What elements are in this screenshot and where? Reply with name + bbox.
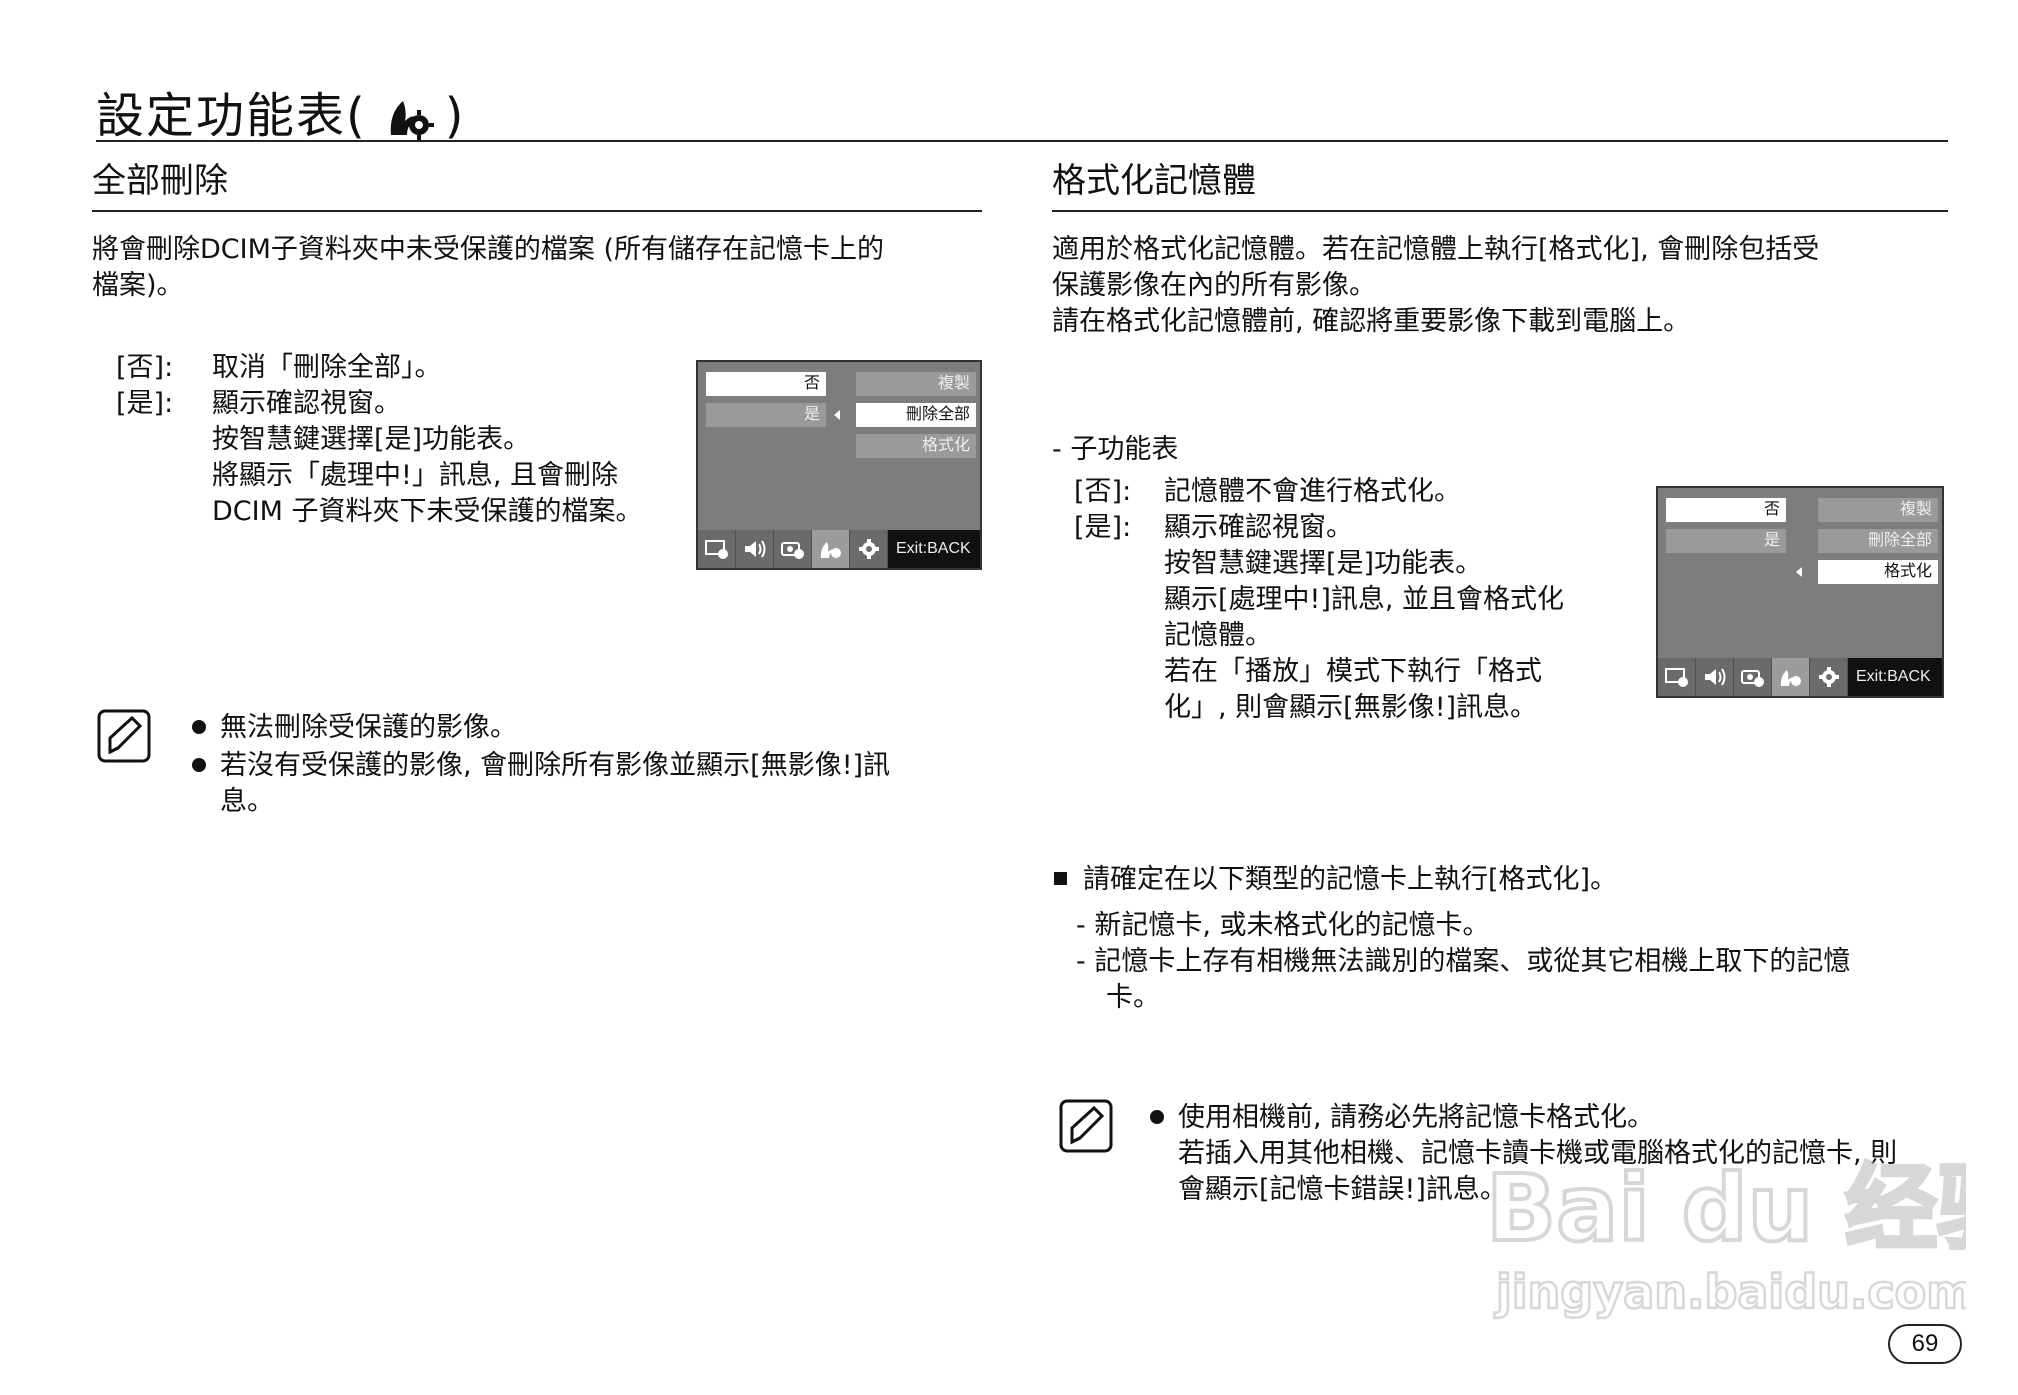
left-notes: 無法刪除受保護的影像。 若沒有受保護的影像, 會刪除所有影像並顯示[無影像!]訊…	[192, 710, 992, 820]
menu-item-format: 格式化	[1818, 560, 1938, 584]
selection-arrow-icon	[1796, 567, 1802, 577]
note-text: 使用相機前, 請務必先將記憶卡格式化。	[1178, 1102, 1655, 1133]
selection-arrow-icon	[834, 410, 840, 420]
left-intro: 將會刪除DCIM子資料夾中未受保護的檔案 (所有儲存在記憶卡上的 檔案)。	[92, 232, 992, 304]
menu-item-delete-all: 刪除全部	[856, 403, 976, 427]
menu-item-copy: 複製	[1818, 498, 1938, 522]
option-key: [是]:	[116, 388, 174, 419]
square-bullet-item: 請確定在以下類型的記憶卡上執行[格式化]。	[1054, 862, 1954, 898]
square-bullet-text: 請確定在以下類型的記憶卡上執行[格式化]。	[1083, 864, 1618, 895]
camera-settings-tab-icon	[774, 530, 812, 568]
right-section-heading: 格式化記憶體	[1052, 161, 1256, 201]
exit-back-label: Exit:BACK	[888, 530, 980, 568]
option-text: 取消「刪除全部」。	[212, 352, 442, 383]
camera-tab-bar: Exit:BACK	[698, 530, 980, 568]
option-no: [否]: 取消「刪除全部」。	[116, 350, 676, 386]
left-intro-line: 檔案)。	[92, 270, 184, 301]
option-text: 顯示確認視窗。	[1164, 512, 1353, 543]
setup-tab-icon	[1772, 658, 1810, 696]
note-item: 使用相機前, 請務必先將記憶卡格式化。	[1150, 1100, 1950, 1136]
option-key: [是]:	[1074, 512, 1132, 543]
note-item: 若沒有受保護的影像, 會刪除所有影像並顯示[無影像!]訊	[192, 748, 992, 784]
right-intro: 適用於格式化記憶體。若在記憶體上執行[格式化], 會刪除包括受 保護影像在內的所…	[1052, 232, 1952, 340]
right-section-rule	[1052, 210, 1948, 212]
option-text: 顯示確認視窗。	[212, 388, 401, 419]
option-text: DCIM 子資料夾下未受保護的檔案。	[212, 496, 643, 527]
menu-option-no: 否	[706, 372, 826, 396]
page-title-text: 設定功能表(	[96, 88, 367, 144]
page-number: 69	[1888, 1324, 1962, 1364]
camera-settings-tab-icon	[1734, 658, 1772, 696]
title-rule	[96, 140, 1948, 142]
note-item: 無法刪除受保護的影像。	[192, 710, 992, 746]
menu-item-copy: 複製	[856, 372, 976, 396]
option-key: [否]:	[116, 352, 174, 383]
sound-tab-icon	[736, 530, 774, 568]
page-title-close: )	[444, 88, 466, 144]
watermark-line1: Bai du 经验	[1486, 1155, 1966, 1262]
dash-item: - 新記憶卡, 或未格式化的記憶卡。	[1076, 910, 1490, 941]
option-no: [否]: 記憶體不會進行格式化。	[1074, 474, 1634, 510]
camera-tab-bar: Exit:BACK	[1658, 658, 1942, 696]
right-intro-line: 請在格式化記憶體前, 確認將重要影像下載到電腦上。	[1052, 306, 1691, 337]
submenu-label: - 子功能表	[1052, 434, 1179, 465]
note-icon	[1059, 1099, 1113, 1153]
note-text: 無法刪除受保護的影像。	[220, 712, 517, 743]
menu-item-delete-all: 刪除全部	[1818, 529, 1938, 553]
left-intro-line: 將會刪除DCIM子資料夾中未受保護的檔案 (所有儲存在記憶卡上的	[92, 234, 885, 265]
bullet-icon	[1150, 1110, 1164, 1124]
exit-back-label: Exit:BACK	[1848, 658, 1942, 696]
menu-option-no: 否	[1666, 498, 1786, 522]
right-intro-line: 適用於格式化記憶體。若在記憶體上執行[格式化], 會刪除包括受	[1052, 234, 1820, 265]
dash-item: - 記憶卡上存有相機無法識別的檔案、或從其它相機上取下的記憶	[1076, 946, 1851, 977]
option-yes: [是]: 顯示確認視窗。	[1074, 510, 1634, 546]
left-section-heading: 全部刪除	[92, 161, 228, 201]
setup-tab-icon	[812, 530, 850, 568]
option-text: 按智慧鍵選擇[是]功能表。	[212, 424, 531, 455]
note-text: 息。	[220, 786, 274, 817]
bullet-icon	[192, 720, 206, 734]
option-yes: [是]: 顯示確認視窗。	[116, 386, 676, 422]
gear-tab-icon	[850, 530, 888, 568]
baidu-watermark-logo: Bai du 经验 jingyan.baidu.com	[1486, 1153, 1966, 1320]
gear-tab-icon	[1810, 658, 1848, 696]
option-text: 按智慧鍵選擇[是]功能表。	[1164, 548, 1483, 579]
left-section-rule	[92, 210, 982, 212]
dash-item-cont: 卡。	[1106, 982, 1160, 1013]
format-dash-list: - 新記憶卡, 或未格式化的記憶卡。 - 記憶卡上存有相機無法識別的檔案、或從其…	[1076, 908, 1956, 1016]
menu-option-yes: 是	[1666, 529, 1786, 553]
right-options: [否]: 記憶體不會進行格式化。 [是]: 顯示確認視窗。 按智慧鍵選擇[是]功…	[1074, 474, 1634, 726]
page-title: 設定功能表( )	[96, 88, 465, 144]
square-bullet-icon	[1054, 872, 1067, 885]
setup-menu-icon	[390, 101, 434, 140]
option-text: 將顯示「處理中!」訊息, 且會刪除	[212, 460, 618, 491]
play-settings-tab-icon	[1658, 658, 1696, 696]
watermark-line2: jingyan.baidu.com	[1494, 1265, 1966, 1319]
option-text: 若在「播放」模式下執行「格式	[1164, 656, 1542, 687]
menu-option-yes: 是	[706, 403, 826, 427]
camera-menu-screen: 否 是 複製 刪除全部 格式化 Exit:BACK	[1656, 486, 1944, 698]
option-key: [否]:	[1074, 476, 1132, 507]
left-options: [否]: 取消「刪除全部」。 [是]: 顯示確認視窗。 按智慧鍵選擇[是]功能表…	[116, 350, 676, 530]
option-text: 記憶體。	[1164, 620, 1272, 651]
sound-tab-icon	[1696, 658, 1734, 696]
play-settings-tab-icon	[698, 530, 736, 568]
right-intro-line: 保護影像在內的所有影像。	[1052, 270, 1376, 301]
note-text: 若沒有受保護的影像, 會刪除所有影像並顯示[無影像!]訊	[220, 750, 891, 781]
format-requirement: 請確定在以下類型的記憶卡上執行[格式化]。	[1054, 862, 1954, 898]
option-text: 化」, 則會顯示[無影像!]訊息。	[1164, 692, 1538, 723]
option-text: 顯示[處理中!]訊息, 並且會格式化	[1164, 584, 1565, 615]
menu-item-format: 格式化	[856, 434, 976, 458]
camera-menu-screen: 否 是 複製 刪除全部 格式化 Exit:BACK	[696, 360, 982, 570]
note-icon	[97, 709, 151, 763]
option-text: 記憶體不會進行格式化。	[1164, 476, 1461, 507]
bullet-icon	[192, 758, 206, 772]
